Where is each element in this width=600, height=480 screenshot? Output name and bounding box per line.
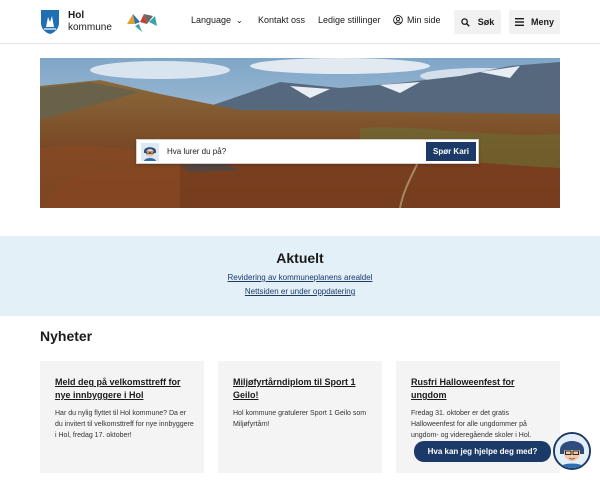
ask-kari-button[interactable]: Spør Kari	[426, 142, 476, 161]
news-card-summary: Hol kommune gratulerer Sport 1 Geilo som…	[233, 410, 367, 428]
news-card[interactable]: Miljøfyrtårndiplom til Sport 1 Geilo! Ho…	[218, 361, 382, 473]
user-icon	[393, 15, 403, 25]
chevron-down-icon: ⌄	[236, 16, 243, 25]
language-label: Language	[191, 15, 232, 25]
logo-subtitle: kommune	[68, 22, 112, 33]
language-selector[interactable]: Language ⌄	[191, 15, 243, 25]
site-header: Hol kommune Language ⌄ Kontakt oss Ledige…	[0, 0, 600, 44]
news-card-summary: Fredag 31. oktober er det gratis Hallowe…	[411, 410, 532, 439]
logo-name: Hol	[68, 10, 85, 21]
chat-assistant-avatar-icon	[555, 434, 589, 468]
mypage-label: Min side	[407, 15, 441, 25]
news-card-title[interactable]: Meld deg på velkomsttreff for nye innbyg…	[55, 376, 191, 402]
mountain-landscape-image	[40, 58, 560, 208]
nyheter-heading: Nyheter	[40, 328, 93, 344]
chat-open-button[interactable]	[553, 432, 591, 470]
ask-kari-input[interactable]	[167, 140, 417, 163]
news-card-title[interactable]: Miljøfyrtårndiplom til Sport 1 Geilo!	[233, 376, 369, 402]
municipality-shield-icon[interactable]	[40, 9, 60, 35]
chat-prompt-bubble[interactable]: Hva kan jeg hjelpe deg med?	[414, 441, 551, 462]
hero-banner: Spør Kari	[40, 58, 560, 208]
aktuelt-link[interactable]: Revidering av kommuneplanens arealdel	[0, 273, 600, 282]
news-card[interactable]: Meld deg på velkomsttreff for nye innbyg…	[40, 361, 204, 473]
nav-link-mypage[interactable]: Min side	[393, 15, 441, 25]
menu-button[interactable]: Meny	[509, 10, 560, 34]
aktuelt-heading: Aktuelt	[276, 250, 324, 266]
brand-mark-icon	[127, 14, 157, 32]
kari-avatar-icon	[141, 143, 159, 161]
nav-link-jobs[interactable]: Ledige stillinger	[318, 15, 381, 25]
search-icon	[461, 17, 470, 27]
ask-kari-box: Spør Kari	[136, 139, 479, 164]
site-logo-text[interactable]: Hol kommune	[68, 10, 112, 34]
search-label: Søk	[477, 17, 495, 27]
nav-link-contact[interactable]: Kontakt oss	[258, 15, 305, 25]
aktuelt-section: Aktuelt Revidering av kommuneplanens are…	[0, 236, 600, 316]
hamburger-icon	[514, 18, 524, 26]
search-button[interactable]: Søk	[454, 10, 501, 34]
aktuelt-link[interactable]: Nettsiden er under oppdatering	[0, 287, 600, 296]
news-card-summary: Har du nylig flyttet til Hol kommune? Da…	[55, 410, 194, 439]
news-card-title[interactable]: Rusfri Halloweenfest for ungdom	[411, 376, 547, 402]
menu-label: Meny	[530, 17, 554, 27]
